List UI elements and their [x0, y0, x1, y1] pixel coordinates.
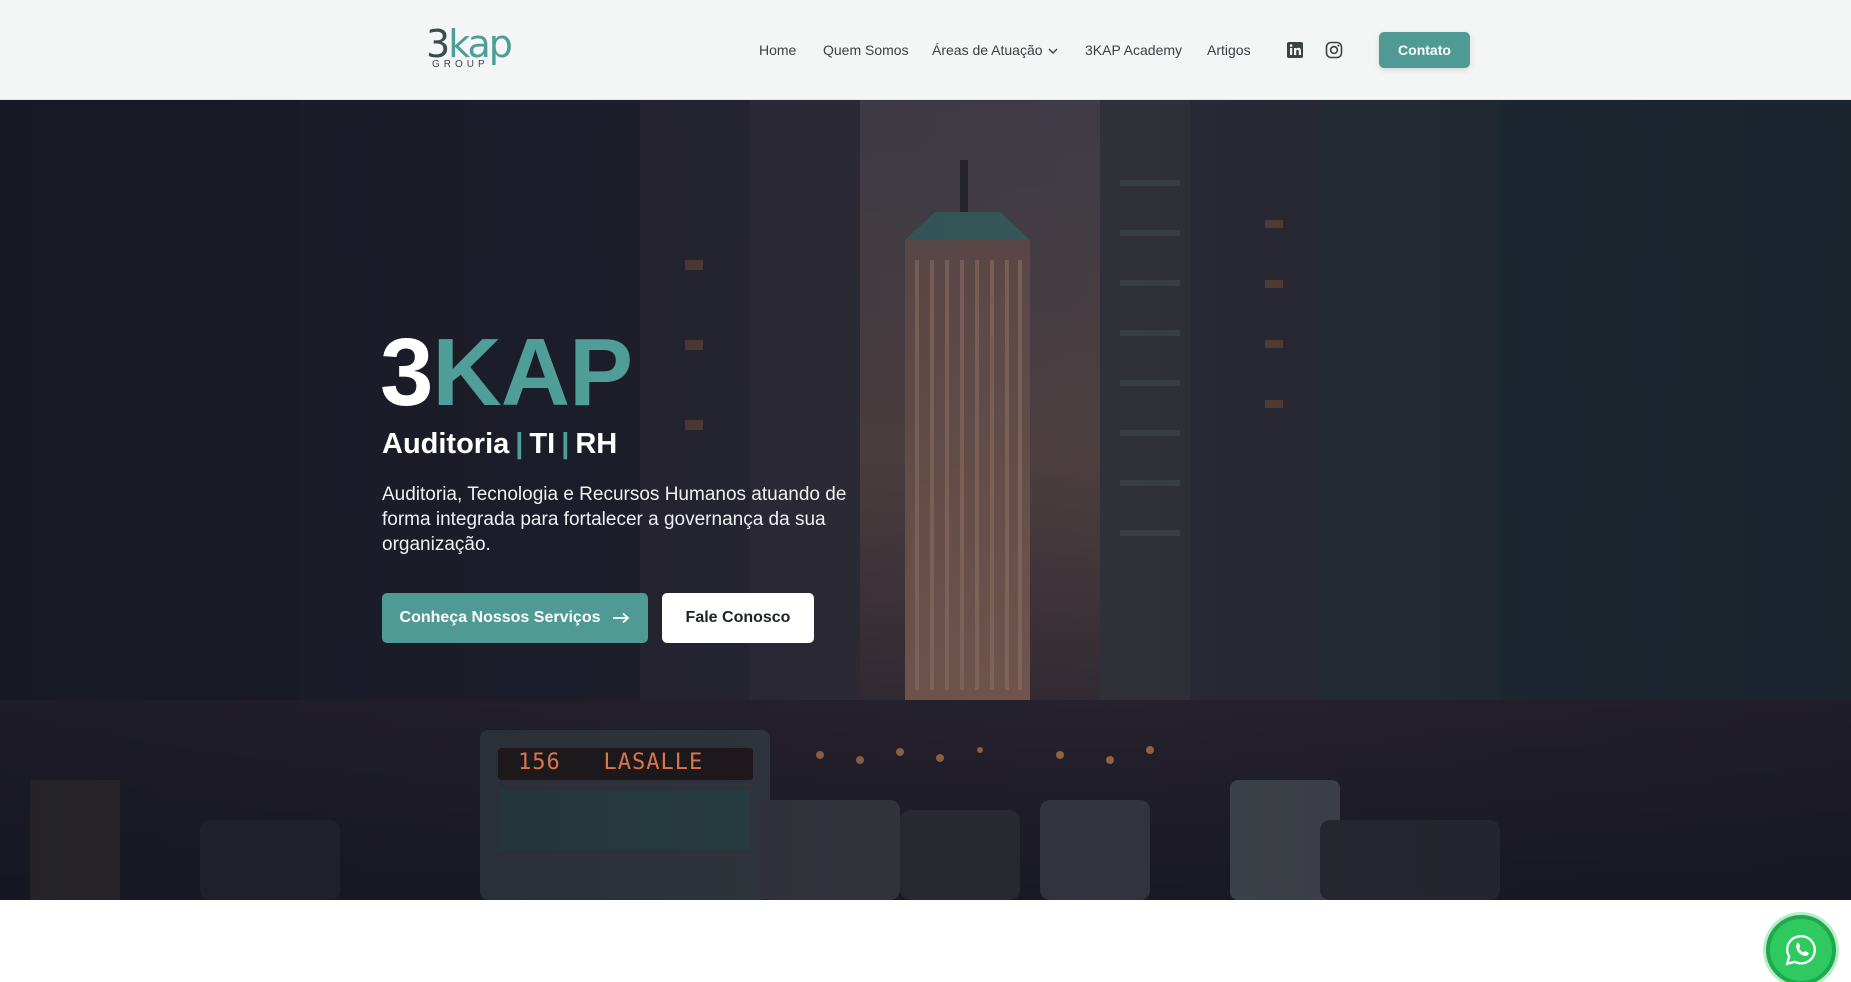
linkedin-icon[interactable]: [1285, 40, 1305, 60]
subtitle-separator: |: [515, 428, 524, 460]
services-button-label: Conheça Nossos Serviços: [399, 609, 601, 626]
subtitle-rh: RH: [575, 428, 618, 460]
chevron-down-icon: [1048, 48, 1058, 54]
site-header: 3kap GROUP Home Quem Somos Áreas de Atua…: [0, 0, 1851, 100]
nav-item-3kap-academy[interactable]: 3KAP Academy: [1085, 42, 1182, 58]
whatsapp-button[interactable]: [1766, 915, 1836, 982]
subtitle-auditoria: Auditoria: [382, 428, 510, 460]
subtitle-separator: |: [561, 428, 570, 460]
hero-section: 156 LASALLE 3KAP Auditoria | TI | RH Auditor…: [0, 100, 1851, 900]
bus-sign-number: 156: [518, 750, 561, 775]
nav-item-areas-de-atuacao[interactable]: Áreas de Atuação: [932, 42, 1059, 58]
hero-subtitle: Auditoria | TI | RH: [382, 426, 617, 462]
whatsapp-icon: [1785, 935, 1816, 966]
logo-group-text: GROUP: [432, 59, 489, 70]
arrow-right-icon: [613, 612, 630, 624]
main-nav: Home Quem Somos Áreas de Atuação 3KAP Ac…: [0, 42, 1851, 58]
nav-item-home[interactable]: Home: [759, 42, 796, 58]
subtitle-ti: TI: [529, 428, 556, 460]
bus-sign-destination: LASALLE: [603, 750, 704, 775]
nav-item-areas-label: Áreas de Atuação: [932, 42, 1043, 58]
services-button[interactable]: Conheça Nossos Serviços: [382, 593, 648, 643]
bus-sign: 156 LASALLE: [518, 750, 703, 775]
hero-description: Auditoria, Tecnologia e Recursos Humanos…: [382, 484, 847, 555]
fale-conosco-button[interactable]: Fale Conosco: [662, 593, 814, 643]
hero-dark-overlay: [0, 100, 1851, 900]
nav-item-quem-somos[interactable]: Quem Somos: [823, 42, 909, 58]
hero-title: 3KAP: [380, 319, 633, 426]
contato-button[interactable]: Contato: [1379, 32, 1470, 68]
instagram-icon[interactable]: [1324, 40, 1344, 60]
nav-item-artigos[interactable]: Artigos: [1207, 42, 1251, 58]
